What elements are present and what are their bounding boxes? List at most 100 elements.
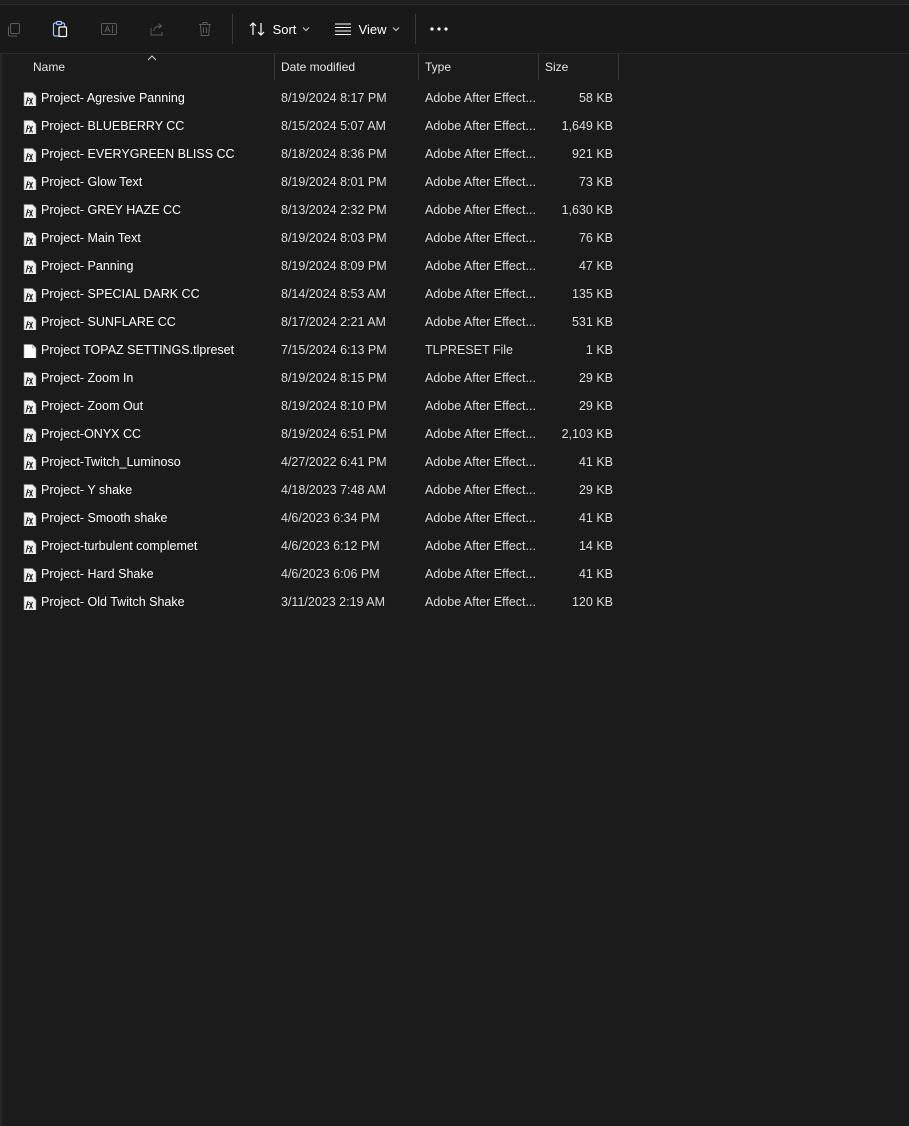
file-name: Project- Old Twitch Shake <box>41 595 185 609</box>
after-effects-preset-icon <box>23 398 37 414</box>
file-name: Project-Twitch_Luminoso <box>41 455 181 469</box>
file-row[interactable]: Project- Y shake 4/18/2023 7:48 AM Adobe… <box>2 476 622 504</box>
file-name: Project- Panning <box>41 259 134 273</box>
file-name: Project- SPECIAL DARK CC <box>41 287 200 301</box>
rename-button[interactable] <box>93 13 125 45</box>
chevron-down-icon <box>302 26 310 32</box>
file-date-modified: 8/17/2024 2:21 AM <box>281 315 386 329</box>
file-date-modified: 8/19/2024 8:01 PM <box>281 175 387 189</box>
after-effects-preset-icon <box>23 454 37 470</box>
view-label: View <box>358 21 387 37</box>
file-list: Project- Agresive Panning 8/19/2024 8:17… <box>2 84 622 616</box>
view-button[interactable]: View <box>332 13 402 45</box>
file-row[interactable]: Project- Zoom Out 8/19/2024 8:10 PM Adob… <box>2 392 622 420</box>
sort-icon <box>248 20 266 38</box>
chevron-down-icon <box>392 26 400 32</box>
file-name: Project- GREY HAZE CC <box>41 203 182 217</box>
file-type: Adobe After Effect... <box>425 399 536 413</box>
file-size: 921 KB <box>571 147 613 161</box>
file-date-modified: 8/19/2024 8:15 PM <box>281 371 387 385</box>
paste-icon <box>51 20 69 38</box>
file-row[interactable]: Project- Main Text 8/19/2024 8:03 PM Ado… <box>2 224 622 252</box>
file-date-modified: 4/6/2023 6:34 PM <box>281 511 380 525</box>
column-header-type-label: Type <box>425 60 452 74</box>
file-size: 41 KB <box>578 511 613 525</box>
file-date-modified: 4/6/2023 6:12 PM <box>281 539 380 553</box>
file-type: Adobe After Effect... <box>425 119 536 133</box>
column-header-date[interactable]: Date modified <box>275 54 418 80</box>
file-date-modified: 3/11/2023 2:19 AM <box>281 595 386 609</box>
after-effects-preset-icon <box>23 118 37 134</box>
delete-icon <box>196 20 214 38</box>
share-button[interactable] <box>141 13 173 45</box>
column-header-name[interactable]: Name <box>27 54 273 80</box>
file-size: 41 KB <box>578 567 613 581</box>
column-header-size[interactable]: Size <box>539 54 618 80</box>
file-size: 1 KB <box>585 343 613 357</box>
column-header-type[interactable]: Type <box>419 54 538 80</box>
file-row[interactable]: Project- SPECIAL DARK CC 8/14/2024 8:53 … <box>2 280 622 308</box>
column-header-date-label: Date modified <box>281 60 356 74</box>
file-row[interactable]: Project- EVERYGREEN BLISS CC 8/18/2024 8… <box>2 140 622 168</box>
file-type: Adobe After Effect... <box>425 595 536 609</box>
file-row[interactable]: Project- BLUEBERRY CC 8/15/2024 5:07 AM … <box>2 112 622 140</box>
file-name: Project- Main Text <box>41 231 141 245</box>
file-list-pane: Name Date modified Type Size Project- Ag… <box>0 54 909 1126</box>
file-size: 47 KB <box>578 259 613 273</box>
file-row[interactable]: Project- Zoom In 8/19/2024 8:15 PM Adobe… <box>2 364 622 392</box>
copy-icon <box>6 21 22 37</box>
toolbar-separator <box>232 14 233 44</box>
file-date-modified: 8/14/2024 8:53 AM <box>281 287 386 301</box>
file-size: 1,630 KB <box>561 203 613 217</box>
sort-button[interactable]: Sort <box>244 13 314 45</box>
file-size: 1,649 KB <box>561 119 613 133</box>
file-row[interactable]: Project- Hard Shake 4/6/2023 6:06 PM Ado… <box>2 560 622 588</box>
after-effects-preset-icon <box>23 510 37 526</box>
delete-button[interactable] <box>189 13 221 45</box>
file-type: TLPRESET File <box>425 343 513 357</box>
file-row[interactable]: Project- Glow Text 8/19/2024 8:01 PM Ado… <box>2 168 622 196</box>
copy-button[interactable] <box>2 13 26 45</box>
file-row[interactable]: Project- Smooth shake 4/6/2023 6:34 PM A… <box>2 504 622 532</box>
file-size: 120 KB <box>571 595 613 609</box>
view-icon <box>334 22 352 36</box>
file-date-modified: 8/19/2024 8:10 PM <box>281 399 387 413</box>
more-options-button[interactable] <box>424 13 454 45</box>
file-date-modified: 4/27/2022 6:41 PM <box>281 455 387 469</box>
column-divider[interactable] <box>618 54 619 80</box>
file-size: 41 KB <box>578 455 613 469</box>
after-effects-preset-icon <box>23 426 37 442</box>
command-bar: Sort View <box>0 5 909 54</box>
file-row[interactable]: Project-Twitch_Luminoso 4/27/2022 6:41 P… <box>2 448 622 476</box>
file-name: Project TOPAZ SETTINGS.tlpreset <box>41 343 235 357</box>
after-effects-preset-icon <box>23 482 37 498</box>
file-name: Project- Smooth shake <box>41 511 168 525</box>
file-date-modified: 8/19/2024 8:09 PM <box>281 259 387 273</box>
file-row[interactable]: Project-ONYX CC 8/19/2024 6:51 PM Adobe … <box>2 420 622 448</box>
blank-file-icon <box>23 342 37 358</box>
file-row[interactable]: Project- SUNFLARE CC 8/17/2024 2:21 AM A… <box>2 308 622 336</box>
file-size: 58 KB <box>578 91 613 105</box>
file-type: Adobe After Effect... <box>425 91 536 105</box>
file-name: Project- Hard Shake <box>41 567 154 581</box>
file-type: Adobe After Effect... <box>425 175 536 189</box>
file-row[interactable]: Project- Agresive Panning 8/19/2024 8:17… <box>2 84 622 112</box>
after-effects-preset-icon <box>23 202 37 218</box>
file-date-modified: 8/13/2024 2:32 PM <box>281 203 387 217</box>
file-name: Project- Y shake <box>41 483 133 497</box>
file-size: 135 KB <box>571 287 613 301</box>
file-row[interactable]: Project- Old Twitch Shake 3/11/2023 2:19… <box>2 588 622 616</box>
column-header-row: Name Date modified Type Size <box>2 54 622 80</box>
file-row[interactable]: Project- Panning 8/19/2024 8:09 PM Adobe… <box>2 252 622 280</box>
file-name: Project- Zoom Out <box>41 399 144 413</box>
file-row[interactable]: Project- GREY HAZE CC 8/13/2024 2:32 PM … <box>2 196 622 224</box>
after-effects-preset-icon <box>23 258 37 274</box>
file-type: Adobe After Effect... <box>425 539 536 553</box>
paste-button[interactable] <box>44 13 76 45</box>
file-type: Adobe After Effect... <box>425 203 536 217</box>
file-row[interactable]: Project TOPAZ SETTINGS.tlpreset 7/15/202… <box>2 336 622 364</box>
file-row[interactable]: Project-turbulent complemet 4/6/2023 6:1… <box>2 532 622 560</box>
file-size: 29 KB <box>578 483 613 497</box>
file-size: 14 KB <box>578 539 613 553</box>
file-type: Adobe After Effect... <box>425 231 536 245</box>
